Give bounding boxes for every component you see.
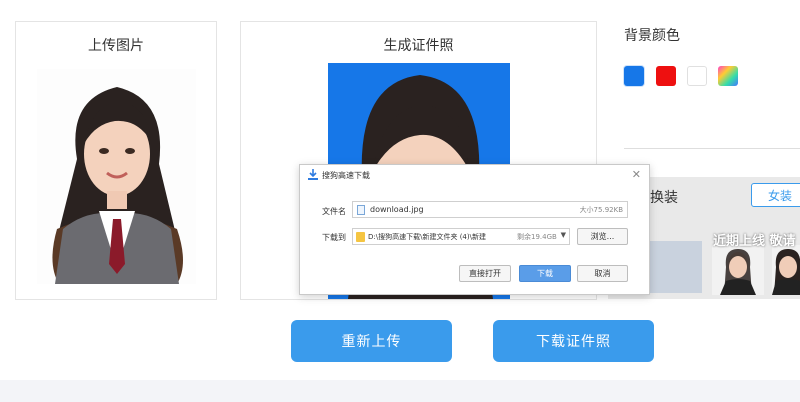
save-path-value: D:\搜狗高速下载\新建文件夹 (4)\新建 bbox=[368, 233, 486, 241]
download-photo-button[interactable]: 下载证件照 bbox=[493, 320, 654, 362]
outfit-sample-2[interactable] bbox=[772, 245, 800, 295]
swatch-white[interactable] bbox=[687, 66, 707, 86]
filename-field[interactable]: download.jpg 大小75.92KB bbox=[352, 201, 628, 218]
browse-button[interactable]: 浏览... bbox=[577, 228, 628, 245]
outfit-tab-female[interactable]: 女装 bbox=[751, 183, 800, 207]
upload-panel: 上传图片 bbox=[15, 21, 217, 300]
swatch-red[interactable] bbox=[656, 66, 676, 86]
free-space: 剩余19.4GB bbox=[517, 233, 557, 241]
outfit-sample-1[interactable] bbox=[712, 245, 764, 295]
outfit-title: 换装 bbox=[650, 190, 678, 206]
swatch-gradient[interactable] bbox=[718, 66, 738, 86]
saveto-label: 下载到 bbox=[322, 233, 346, 242]
page-bottom-band bbox=[0, 380, 800, 402]
outfit-placeholder bbox=[650, 241, 702, 293]
upload-panel-title: 上传图片 bbox=[88, 38, 144, 54]
reupload-button[interactable]: 重新上传 bbox=[291, 320, 452, 362]
dialog-titlebar: 搜狗高速下载 ✕ bbox=[300, 165, 649, 185]
filename-label: 文件名 bbox=[322, 207, 346, 216]
download-icon bbox=[308, 169, 318, 183]
file-icon bbox=[357, 205, 365, 215]
background-color-title: 背景颜色 bbox=[624, 28, 680, 44]
close-icon[interactable]: ✕ bbox=[632, 168, 641, 181]
dialog-title: 搜狗高速下载 bbox=[322, 171, 370, 180]
download-dialog: 搜狗高速下载 ✕ 文件名 download.jpg 大小75.92KB 下载到 … bbox=[299, 164, 650, 295]
dialog-cancel-button[interactable]: 取消 bbox=[577, 265, 628, 282]
save-path-select[interactable]: D:\搜狗高速下载\新建文件夹 (4)\新建 剩余19.4GB ▼ bbox=[352, 228, 570, 245]
dialog-download-button[interactable]: 下载 bbox=[519, 265, 571, 282]
file-size: 大小75.92KB bbox=[579, 206, 623, 214]
folder-icon bbox=[356, 232, 365, 242]
chevron-down-icon: ▼ bbox=[560, 231, 566, 239]
filename-value: download.jpg bbox=[370, 205, 424, 214]
swatch-blue[interactable] bbox=[624, 66, 644, 86]
result-panel-title: 生成证件照 bbox=[383, 38, 454, 54]
outfit-banner: 近期上线 敬请 bbox=[713, 234, 796, 249]
open-directly-button[interactable]: 直接打开 bbox=[459, 265, 511, 282]
uploaded-photo[interactable] bbox=[37, 69, 196, 284]
divider bbox=[624, 148, 800, 149]
